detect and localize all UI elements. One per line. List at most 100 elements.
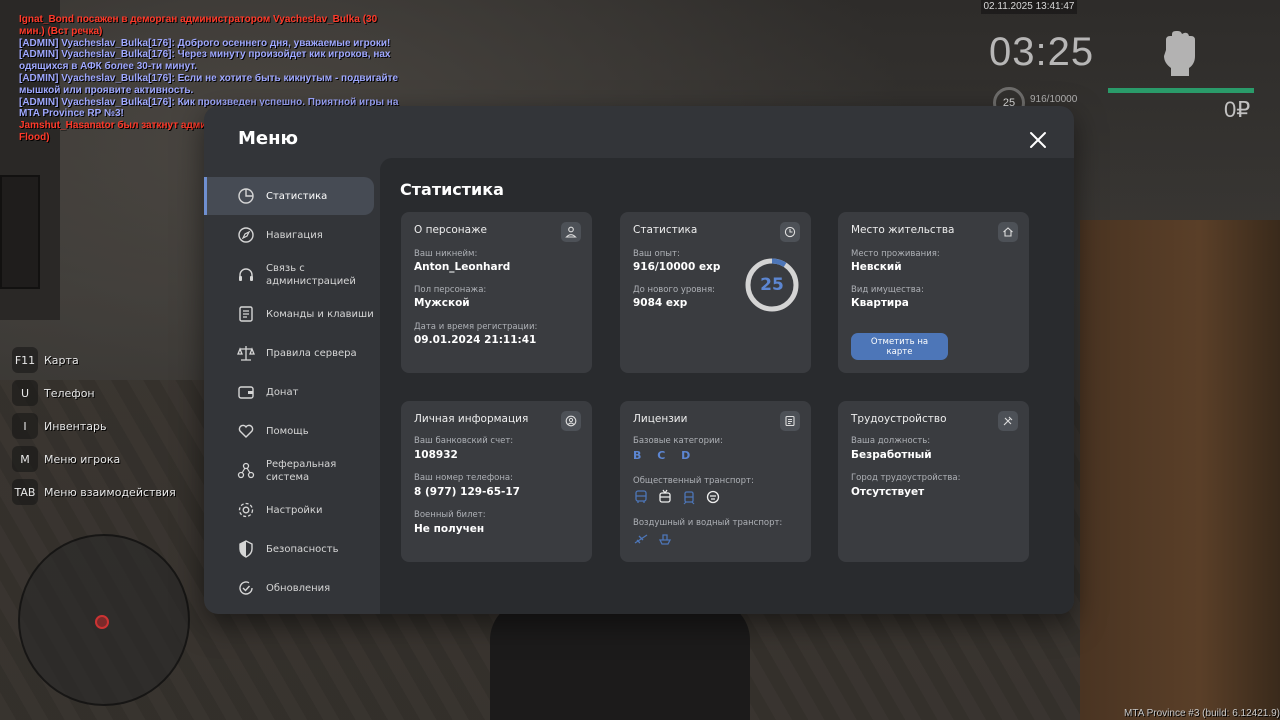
- card-title: Трудоустройство: [851, 413, 947, 425]
- hotkey-player-menu: M Меню игрока: [12, 445, 120, 473]
- field-label: Ваш номер телефона:: [414, 473, 513, 483]
- sex-value: Мужской: [414, 297, 470, 309]
- player-character: [490, 600, 750, 720]
- minimap-player-marker: [95, 615, 109, 629]
- field-label: Ваш опыт:: [633, 249, 680, 259]
- shield-icon: [239, 540, 253, 558]
- public-transport-icons: [633, 489, 721, 505]
- card-title: О персонаже: [414, 224, 488, 236]
- field-label: Вид имущества:: [851, 285, 924, 295]
- clock-chart-icon: [780, 222, 800, 242]
- sidebar-item-settings[interactable]: Настройки: [204, 491, 374, 529]
- sidebar-item-label: Реферальная система: [266, 459, 337, 483]
- sidebar-item-updates[interactable]: Обновления: [204, 569, 374, 607]
- residence-value: Невский: [851, 261, 902, 273]
- hud-clock: 03:25: [989, 30, 1095, 74]
- build-info: MTA Province #3 (build: 6.12421.9): [1124, 708, 1280, 719]
- sidebar-item-donate[interactable]: Донат: [204, 373, 374, 411]
- hotkey-key: U: [12, 380, 38, 406]
- hotkey-key: F11: [12, 347, 38, 373]
- wallet-icon: [238, 386, 254, 399]
- sidebar-item-label: Настройки: [266, 504, 323, 516]
- field-label: Базовые категории:: [633, 436, 723, 446]
- hud-health-bar: [1108, 88, 1254, 93]
- next-level-value: 9084 exp: [633, 297, 688, 309]
- scales-icon: [237, 346, 255, 361]
- hotkey-inventory: I Инвентарь: [12, 412, 106, 440]
- page-title: Статистика: [400, 180, 504, 199]
- chat-line: [ADMIN] Vyacheslav_Bulka[176]: Доброго о…: [19, 37, 391, 49]
- hud-datetime: 02.11.2025 13:41:47: [981, 0, 1077, 14]
- statistics-panel: Статистика О персонаже Ваш никнейм: Anto…: [380, 158, 1074, 614]
- sidebar-item-statistics[interactable]: Статистика: [204, 177, 374, 215]
- field-label: До нового уровня:: [633, 285, 716, 295]
- fist-icon: [1164, 31, 1195, 76]
- close-button[interactable]: [1026, 128, 1050, 152]
- bus-icon: [633, 489, 649, 505]
- sidebar-item-commands[interactable]: Команды и клавиши: [204, 295, 374, 333]
- field-label: Общественный транспорт:: [633, 476, 754, 486]
- level-value: 25: [760, 275, 784, 295]
- headset-icon: [239, 268, 253, 281]
- registration-value: 09.01.2024 21:11:41: [414, 334, 537, 346]
- character-card: О персонаже Ваш никнейм: Anton_Leonhard …: [401, 212, 592, 373]
- sidebar-item-label: Безопасность: [266, 543, 339, 555]
- statistics-card: Статистика Ваш опыт: 916/10000 exp До но…: [620, 212, 811, 373]
- hotkey-label: Меню взаимодействия: [44, 485, 176, 499]
- hotkey-phone: U Телефон: [12, 379, 95, 407]
- mark-on-map-button[interactable]: Отметить на карте: [851, 333, 948, 360]
- sidebar-item-security[interactable]: Безопасность: [204, 530, 374, 568]
- hotkey-label: Меню игрока: [44, 452, 121, 466]
- military-id-value: Не получен: [414, 523, 485, 535]
- card-title: Личная информация: [414, 413, 529, 425]
- card-title: Место жительства: [851, 224, 955, 236]
- document-icon: [239, 306, 253, 322]
- house-icon: [998, 222, 1018, 242]
- chat-line: [ADMIN] Vyacheslav_Bulka[176]: Если не х…: [19, 72, 399, 96]
- air-water-transport-icons: [633, 531, 673, 547]
- card-title: Лицензии: [633, 413, 688, 425]
- game-background-door: [1080, 220, 1280, 720]
- menu-title: Меню: [238, 128, 299, 149]
- field-label: Ваша должность:: [851, 436, 931, 446]
- hud-exp: 916/10000: [1030, 94, 1078, 105]
- sidebar-item-help[interactable]: Помощь: [204, 412, 374, 450]
- hotkey-key: TAB: [12, 479, 38, 505]
- hotkey-interaction-menu: TAB Меню взаимодействия: [12, 478, 176, 506]
- menu-modal: Меню Статистика Навигация Связь с админи…: [204, 106, 1074, 614]
- personal-info-card: Личная информация Ваш банковский счет: 1…: [401, 401, 592, 562]
- user-circle-icon: [561, 411, 581, 431]
- sidebar-item-label: Команды и клавиши: [266, 308, 374, 320]
- sidebar-item-navigation[interactable]: Навигация: [204, 216, 374, 254]
- bank-account-value: 108932: [414, 449, 458, 461]
- sidebar-item-label: Навигация: [266, 229, 323, 241]
- sidebar-item-referral[interactable]: Реферальная система: [204, 452, 374, 490]
- field-label: Ваш банковский счет:: [414, 436, 514, 446]
- hotkey-key: I: [12, 413, 38, 439]
- field-label: Ваш никнейм:: [414, 249, 478, 259]
- employment-card: Трудоустройство Ваша должность: Безработ…: [838, 401, 1029, 562]
- license-icon: [780, 411, 800, 431]
- gear-icon: [238, 502, 254, 518]
- tools-icon: [998, 411, 1018, 431]
- chat-line: [ADMIN] Vyacheslav_Bulka[176]: Через мин…: [19, 49, 391, 73]
- field-label: Военный билет:: [414, 510, 486, 520]
- sidebar-item-contact-admin[interactable]: Связь с администрацией: [204, 256, 374, 294]
- hotkey-key: M: [12, 446, 38, 472]
- chat-line: Ignat_Bond посажен в деморган администра…: [19, 14, 378, 37]
- exp-value: 916/10000 exp: [633, 261, 721, 273]
- sidebar-item-label: Донат: [266, 386, 299, 398]
- hotkey-label: Карта: [44, 353, 79, 367]
- card-title: Статистика: [633, 224, 698, 236]
- field-label: Город трудоустройства:: [851, 473, 961, 483]
- refresh-check-icon: [239, 581, 253, 595]
- property-value: Квартира: [851, 297, 909, 309]
- airplane-icon: [633, 531, 649, 547]
- nickname-value: Anton_Leonhard: [414, 261, 511, 273]
- field-label: Место проживания:: [851, 249, 940, 259]
- employment-city-value: Отсутствует: [851, 486, 925, 498]
- taxi-icon: [705, 489, 721, 505]
- sidebar-item-label: Статистика: [266, 190, 328, 202]
- sidebar-item-rules[interactable]: Правила сервера: [204, 334, 374, 372]
- hotkey-label: Инвентарь: [44, 419, 107, 433]
